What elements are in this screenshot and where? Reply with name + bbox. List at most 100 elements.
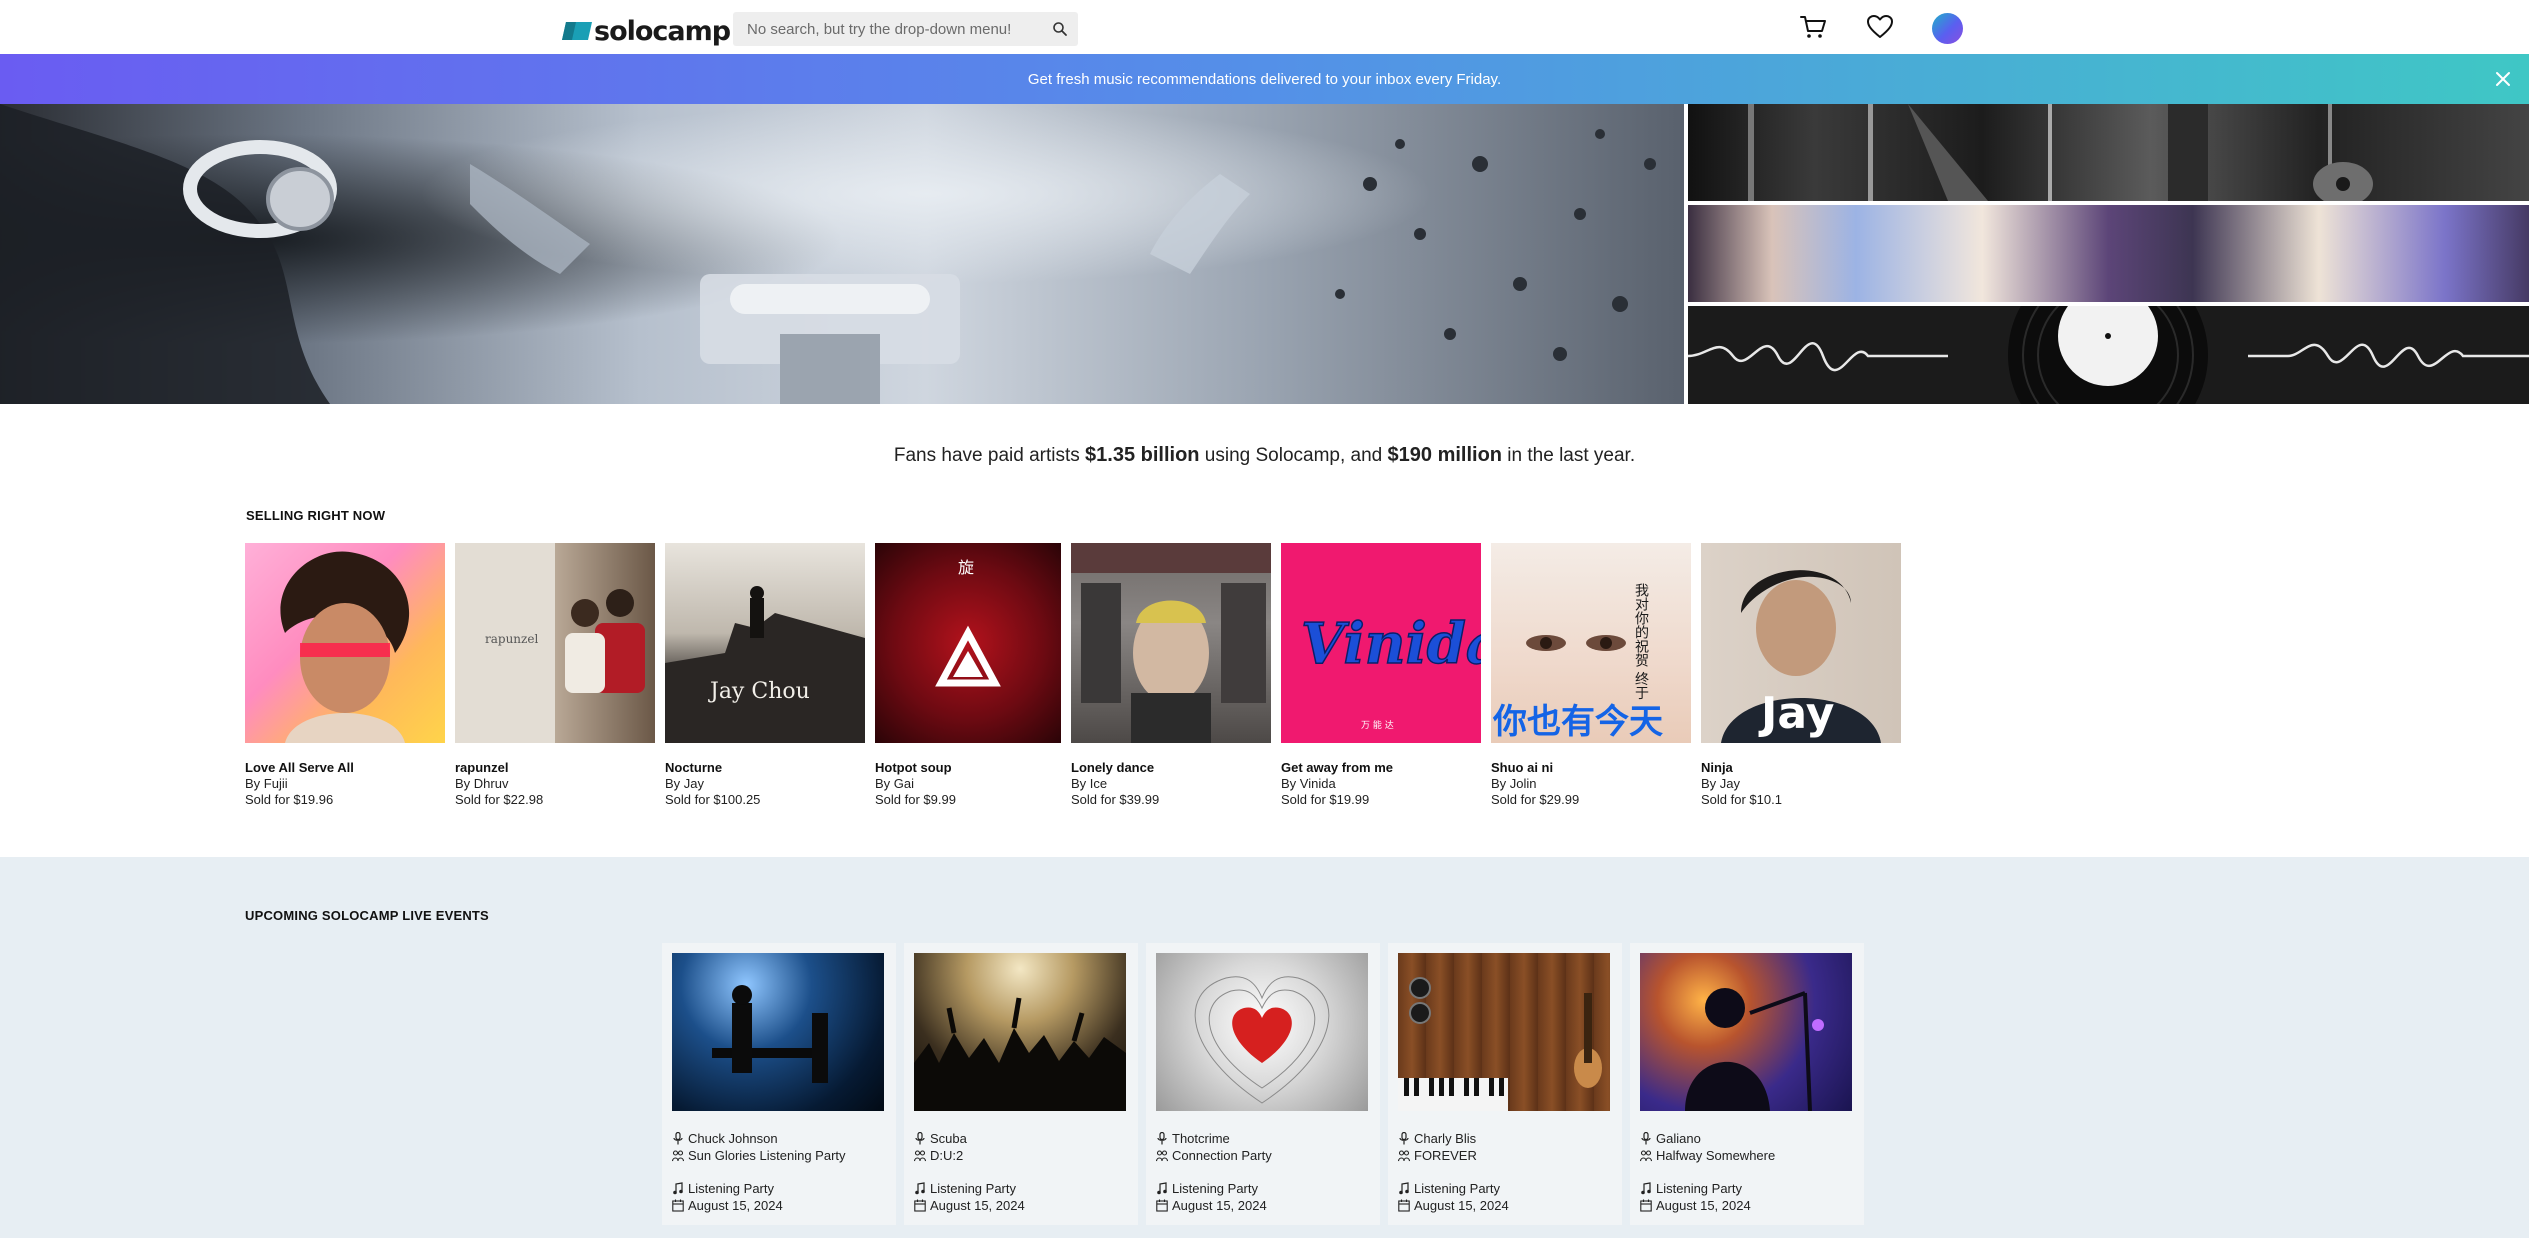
album-artist[interactable]: By Fujii [245,776,445,792]
event-image[interactable] [1156,953,1368,1111]
event-image[interactable] [914,953,1126,1111]
event-card[interactable]: Scuba D:U:2 Listening Party August 15, 2… [904,943,1138,1225]
album-artist[interactable]: By Gai [875,776,1075,792]
event-type-row: Listening Party [1156,1181,1258,1196]
hero-image-main[interactable] [0,104,1684,404]
album-price: Sold for $29.99 [1491,792,1580,807]
album-cover[interactable]: Vinida 万 能 达 [1281,543,1481,743]
album-card[interactable]: rapunzel rapunzel By Dhruv Sold for $22.… [455,543,655,808]
album-cover[interactable]: Jay Chou [665,543,865,743]
event-card[interactable]: Charly Blis FOREVER Listening Party Augu… [1388,943,1622,1225]
event-artist[interactable]: Scuba [930,1131,967,1146]
event-type: Listening Party [688,1181,774,1196]
calendar-icon [672,1199,684,1212]
album-card[interactable]: 我对你的祝贺 终于 你也有今天 Shuo ai ni By Jolin Sold… [1491,543,1691,808]
album-card[interactable]: Love All Serve All By Fujii Sold for $19… [245,543,445,808]
microphone-icon [673,1132,683,1145]
event-image[interactable] [672,953,884,1111]
event-card[interactable]: Chuck Johnson Sun Glories Listening Part… [662,943,896,1225]
search-icon[interactable] [1052,21,1068,37]
group-icon [1640,1150,1652,1162]
event-name[interactable]: Connection Party [1172,1148,1272,1163]
album-artist[interactable]: By Ice [1071,776,1271,792]
album-cover[interactable]: 我对你的祝贺 终于 你也有今天 [1491,543,1691,743]
album-artist[interactable]: By Jay [665,776,865,792]
event-artist[interactable]: Thotcrime [1172,1131,1230,1146]
album-artist[interactable]: By Jolin [1491,776,1691,792]
album-title[interactable]: Hotpot soup [875,760,1075,776]
hero-image-vinyl[interactable] [1688,306,2529,404]
album-title[interactable]: Nocturne [665,760,865,776]
album-cover-illustration: Vinida 万 能 达 [1300,610,1481,731]
event-type: Listening Party [1656,1181,1742,1196]
album-cover[interactable]: rapunzel [455,543,655,743]
calendar-icon [1156,1199,1168,1212]
selling-section-title: SELLING RIGHT NOW [246,508,386,523]
stats-middle: using Solocamp, and [1199,445,1388,466]
event-artist[interactable]: Chuck Johnson [688,1131,778,1146]
newsletter-banner[interactable]: Get fresh music recommendations delivere… [0,54,2529,104]
event-name[interactable]: FOREVER [1414,1148,1477,1163]
album-card[interactable]: Vinida 万 能 达 Get away from me By Vinida … [1281,543,1481,808]
music-note-icon [673,1182,683,1195]
event-name-row: FOREVER [1398,1148,1477,1163]
album-card[interactable]: Jay Chou Nocturne By Jay Sold for $100.2… [665,543,865,808]
event-name-row: D:U:2 [914,1148,963,1163]
guitars-illustration [1748,104,2373,201]
logo-mark-icon [562,22,592,40]
calendar-icon [1640,1199,1652,1212]
album-title[interactable]: Shuo ai ni [1491,760,1691,776]
search-box[interactable] [733,12,1078,46]
event-artist-row: Chuck Johnson [672,1131,778,1146]
event-artist[interactable]: Galiano [1656,1131,1701,1146]
album-title[interactable]: Get away from me [1281,760,1481,776]
event-artist-row: Galiano [1640,1131,1701,1146]
event-date-row: August 15, 2024 [1156,1198,1267,1213]
event-card[interactable]: Galiano Halfway Somewhere Listening Part… [1630,943,1864,1225]
album-cover[interactable]: 旋 [875,543,1061,743]
heart-icon[interactable] [1865,12,1895,42]
event-card[interactable]: Thotcrime Connection Party Listening Par… [1146,943,1380,1225]
album-title[interactable]: rapunzel [455,760,655,776]
cart-icon[interactable] [1798,12,1828,42]
album-card[interactable]: 旋 Hotpot soup By Gai Sold for $9.99 [875,543,1075,808]
event-image[interactable] [1640,953,1852,1111]
hero-image-guitars[interactable] [1688,104,2529,201]
hero-illustration [0,104,1684,404]
album-title[interactable]: Love All Serve All [245,760,445,776]
album-cover-illustration [1071,543,1271,743]
event-name[interactable]: D:U:2 [930,1148,963,1163]
event-name[interactable]: Sun Glories Listening Party [688,1148,846,1163]
album-cover[interactable] [1071,543,1271,743]
event-artist-row: Scuba [914,1131,967,1146]
hero-image-concert[interactable] [1688,205,2529,302]
album-title[interactable]: Ninja [1701,760,1901,776]
album-card[interactable]: Jay Ninja By Jay Sold for $10.1 [1701,543,1901,808]
event-name-row: Halfway Somewhere [1640,1148,1775,1163]
album-artist[interactable]: By Dhruv [455,776,655,792]
jolin-cover-text: 你也有今天 [1492,702,1663,742]
album-artist[interactable]: By Jay [1701,776,1901,792]
album-cover-illustration [280,551,410,743]
logo[interactable]: solocamp [562,14,731,48]
event-type-row: Listening Party [914,1181,1016,1196]
search-input[interactable] [733,20,1033,38]
album-title[interactable]: Lonely dance [1071,760,1271,776]
event-name[interactable]: Halfway Somewhere [1656,1148,1775,1163]
event-illustration [1398,977,1602,1111]
avatar[interactable] [1932,13,1963,44]
ninja-cover-text: Jay [1758,688,1834,739]
album-card[interactable]: Lonely dance By Ice Sold for $39.99 [1071,543,1271,808]
album-artist[interactable]: By Vinida [1281,776,1481,792]
event-image[interactable] [1398,953,1610,1111]
stats-prefix: Fans have paid artists [893,445,1086,466]
events-section-title: UPCOMING SOLOCAMP LIVE EVENTS [245,908,489,923]
album-cover[interactable]: Jay [1701,543,1901,743]
close-icon[interactable] [2491,67,2515,91]
event-illustration [712,985,828,1083]
event-type-row: Listening Party [1398,1181,1500,1196]
stats-line: Fans have paid artists $1.35 billion usi… [0,444,2529,467]
album-cover[interactable] [245,543,445,743]
event-artist[interactable]: Charly Blis [1414,1131,1476,1146]
event-date: August 15, 2024 [1656,1198,1751,1213]
